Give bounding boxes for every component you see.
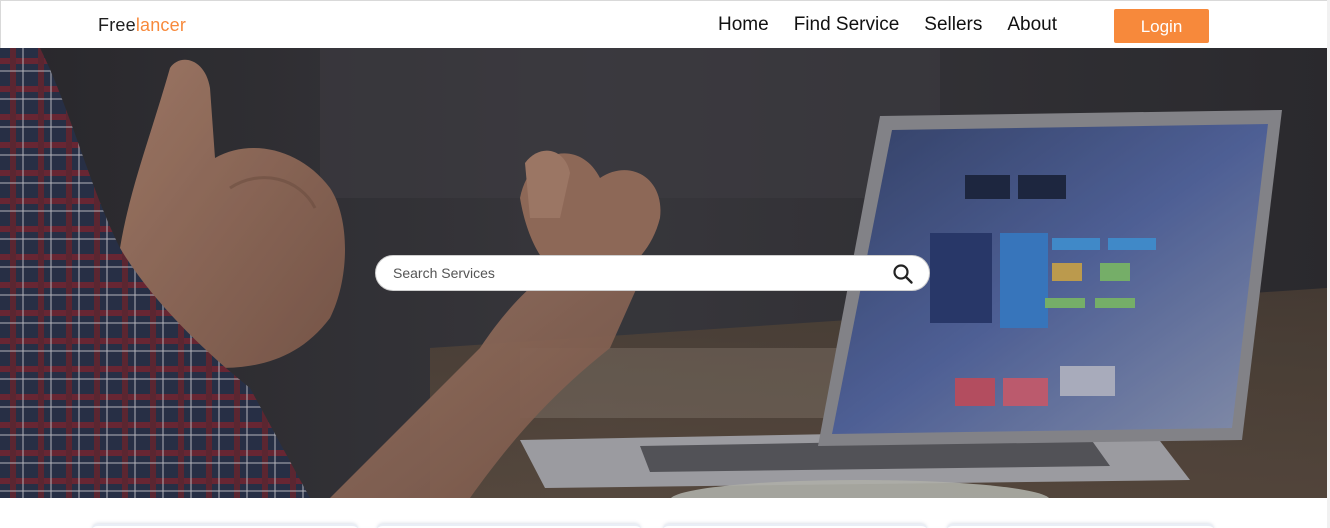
login-button[interactable]: Login: [1114, 9, 1209, 43]
hero-banner: [0, 48, 1327, 498]
brand-accent: lancer: [135, 15, 187, 35]
nav-home[interactable]: Home: [718, 13, 769, 37]
page: Freelancer Home Find Service Sellers Abo…: [0, 0, 1330, 528]
navbar: Freelancer Home Find Service Sellers Abo…: [0, 0, 1328, 48]
nav-find-service[interactable]: Find Service: [794, 13, 900, 37]
search-bar: [375, 255, 930, 291]
service-card-top-edge: [92, 524, 358, 528]
brand-prefix: Free: [98, 15, 136, 35]
service-card-top-edge: [663, 524, 927, 528]
main-nav: Home Find Service Sellers About: [718, 13, 1082, 37]
search-icon[interactable]: [892, 263, 914, 285]
search-input[interactable]: [391, 256, 871, 290]
nav-about[interactable]: About: [1007, 13, 1057, 37]
service-card-top-edge: [377, 524, 641, 528]
nav-sellers[interactable]: Sellers: [924, 13, 982, 37]
brand-logo[interactable]: Freelancer: [98, 14, 186, 36]
service-card-top-edge: [947, 524, 1214, 528]
